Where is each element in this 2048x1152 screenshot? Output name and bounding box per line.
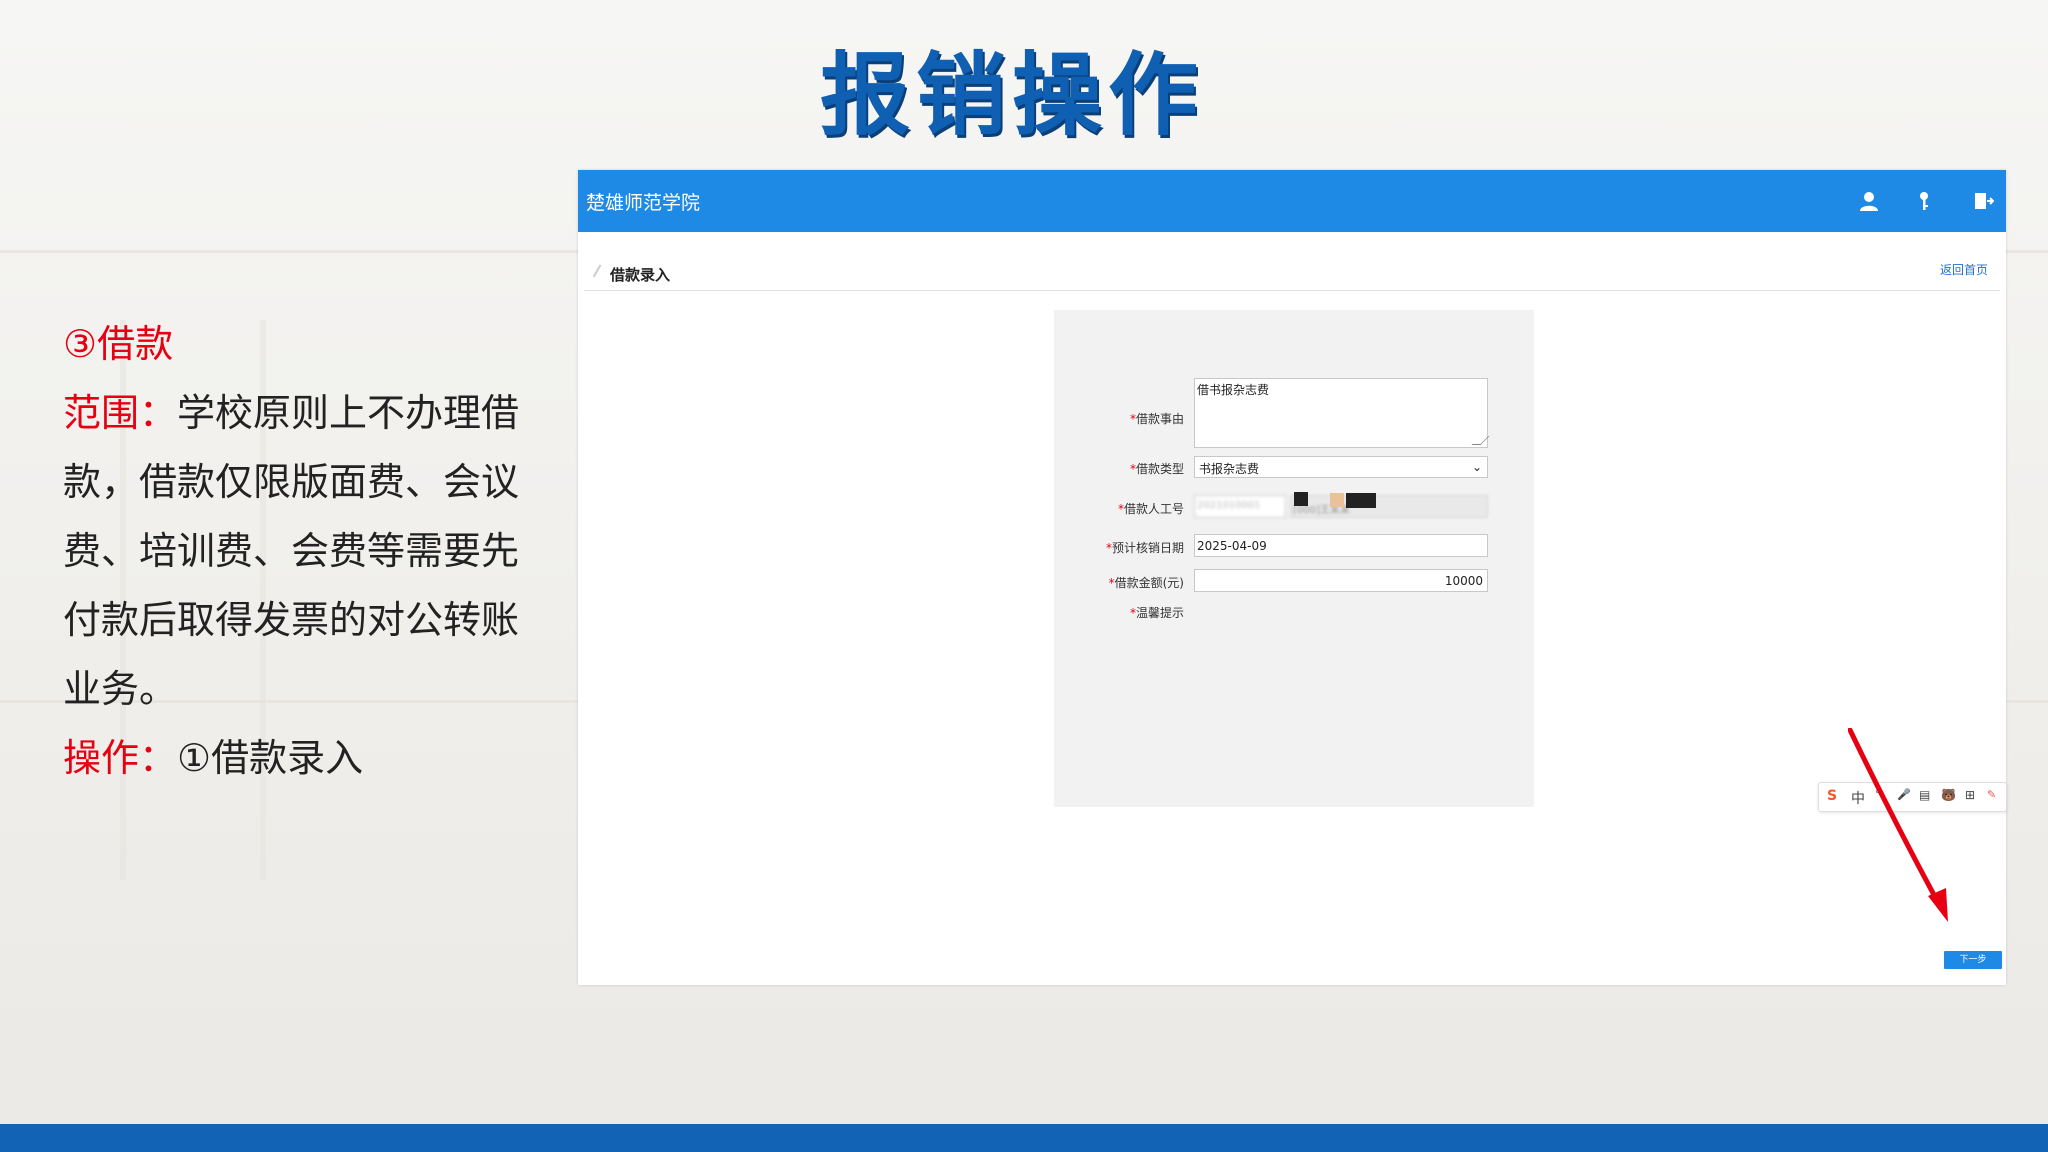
redaction-mark [1294, 492, 1308, 506]
user-icon[interactable] [1858, 190, 1880, 212]
chevron-down-icon: ⌄ [1471, 460, 1482, 474]
redaction-mark [1330, 493, 1344, 507]
tip-label: *温馨提示 [1129, 606, 1184, 620]
handwriting-icon[interactable]: ✎ [1987, 788, 1996, 801]
app-header: 楚雄师范学院 [578, 170, 2006, 232]
sogou-icon[interactable]: S [1827, 788, 1837, 804]
reason-value: 借书报杂志费 [1197, 383, 1270, 397]
employee-id-input[interactable]: 2021010001 [1194, 495, 1286, 518]
title-marker-icon [592, 264, 602, 278]
type-label: *借款类型 [1129, 462, 1184, 476]
date-label: *预计核销日期 [1105, 541, 1184, 555]
operation-line: 操作：①借款录入 [63, 724, 533, 793]
operation-text: ①借款录入 [177, 736, 364, 780]
amount-input[interactable]: 10000 [1194, 569, 1488, 592]
employee-name-display: [000]王某某 [1290, 495, 1488, 518]
key-icon[interactable] [1913, 190, 1935, 212]
resize-handle-icon[interactable] [1471, 436, 1490, 445]
redaction-mark [1346, 493, 1376, 508]
type-value: 书报杂志费 [1199, 462, 1260, 476]
reason-textarea[interactable]: 借书报杂志费 [1194, 378, 1490, 448]
reason-label: *借款事由 [1129, 412, 1184, 426]
red-arrow-annotation [1848, 728, 1948, 922]
loan-form: *借款事由 借书报杂志费 *借款类型 书报杂志费 ⌄ *借款人工号 202101… [1054, 310, 1534, 807]
amount-label: *借款金额(元) [1108, 576, 1184, 590]
employee-label: *借款人工号 [1117, 502, 1184, 516]
section-heading: ③借款 [63, 322, 174, 366]
scope-paragraph: 范围：学校原则上不办理借款，借款仅限版面费、会议费、培训费、会费等需要先付款后取… [63, 379, 533, 724]
next-step-button[interactable]: 下一步 [1944, 951, 2002, 969]
type-select[interactable]: 书报杂志费 ⌄ [1194, 456, 1488, 478]
page-header: 借款录入 返回首页 [584, 258, 2000, 291]
date-input[interactable]: 2025-04-09 [1194, 534, 1488, 557]
scope-label: 范围： [63, 391, 178, 435]
page-title: 借款录入 [610, 266, 671, 284]
logout-icon[interactable] [1972, 190, 1995, 212]
slide-title: 报销操作 [820, 43, 1204, 148]
app-screenshot: 楚雄师范学院 借款录入 返回首页 *借款事由 借书报杂志费 *借款类型 书报杂志… [578, 170, 2007, 985]
slide-body: ③借款 范围：学校原则上不办理借款，借款仅限版面费、会议费、培训费、会费等需要先… [63, 310, 533, 793]
home-link[interactable]: 返回首页 [1940, 261, 1988, 278]
app-name: 楚雄师范学院 [586, 192, 701, 214]
operation-label: 操作： [63, 736, 178, 780]
footer-bar [0, 1124, 2048, 1152]
scope-text: 学校原则上不办理借款，借款仅限版面费、会议费、培训费、会费等需要先付款后取得发票… [63, 391, 520, 711]
